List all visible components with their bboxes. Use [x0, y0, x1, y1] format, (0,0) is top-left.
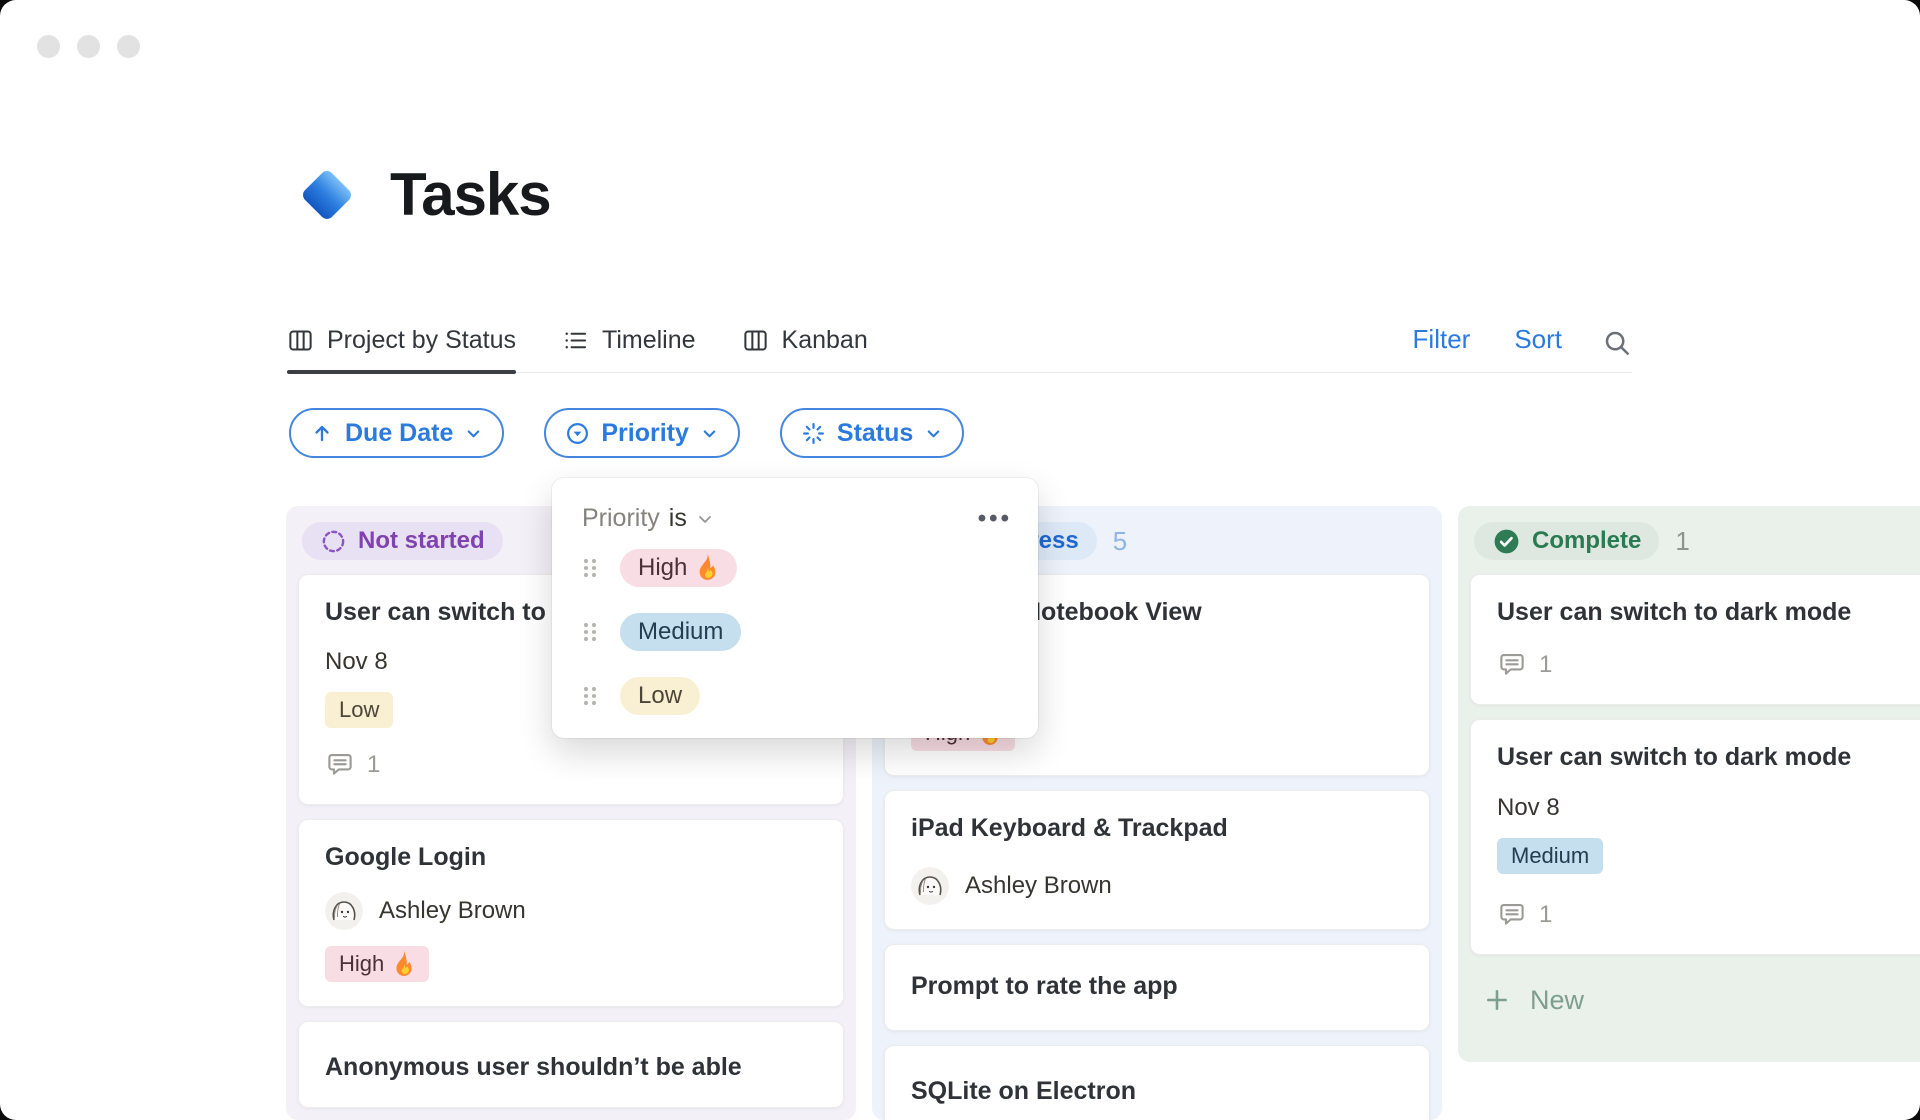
more-options-icon[interactable]: ••• [978, 505, 1012, 533]
drag-handle-icon[interactable] [582, 557, 598, 579]
dropdown-option-low[interactable]: Low [552, 676, 1038, 715]
task-card[interactable]: User can switch to dark mode 1 [1470, 574, 1920, 706]
column-count: 5 [1112, 525, 1128, 556]
status-badge: Complete [1474, 522, 1660, 560]
assignee: Ashley Brown [911, 866, 1403, 905]
column-complete: Complete 1 User can switch to dark mode … [1458, 506, 1920, 1062]
window-dot-icon[interactable] [117, 35, 140, 58]
task-card[interactable]: Anonymous user shouldn’t be able [298, 1020, 844, 1108]
dashed-circle-icon [320, 528, 347, 555]
avatar [911, 866, 949, 905]
dropdown-property[interactable]: Priority [582, 504, 660, 533]
column-count: 1 [1675, 525, 1690, 556]
tab-label: Kanban [781, 326, 868, 354]
task-card[interactable]: iPad Keyboard & Trackpad Ashley Brown [884, 790, 1430, 930]
avatar [325, 891, 363, 930]
search-button[interactable] [1602, 328, 1632, 372]
comment-icon [1497, 650, 1527, 680]
comment-icon [325, 750, 355, 780]
priority-icon [565, 421, 590, 446]
chevron-down-icon [700, 424, 719, 443]
chevron-down-icon [464, 424, 483, 443]
tab-label: Timeline [601, 326, 696, 354]
due-date-filter-pill[interactable]: Due Date [289, 408, 505, 458]
priority-dropdown: Priority is ••• High Medium Low [552, 478, 1038, 738]
timeline-icon [562, 327, 589, 354]
chevron-down-icon [695, 509, 715, 529]
tab-project-by-status[interactable]: Project by Status [287, 326, 516, 374]
card-title: User can switch to dark mode [1497, 743, 1852, 772]
dropdown-operator[interactable]: is [669, 504, 687, 533]
drag-handle-icon[interactable] [582, 685, 598, 707]
comment-icon [1497, 900, 1527, 930]
dropdown-options: High Medium Low [552, 548, 1038, 715]
priority-filter-pill[interactable]: Priority [544, 408, 740, 458]
priority-badge: Low [325, 692, 394, 729]
tab-kanban[interactable]: Kanban [742, 326, 868, 372]
dropdown-option-medium[interactable]: Medium [552, 612, 1038, 651]
board-icon [287, 327, 314, 354]
page-header: Tasks [294, 160, 552, 229]
tab-timeline[interactable]: Timeline [562, 326, 696, 372]
task-card[interactable]: User can switch to dark mode Nov 8 Mediu… [1470, 719, 1920, 955]
card-due-date: Nov 8 [1497, 793, 1560, 821]
dropdown-header: Priority is ••• [552, 478, 1038, 533]
view-tabs-bar: Project by Status Timeline Kanban Filter… [287, 314, 1632, 374]
filter-link[interactable]: Filter [1413, 324, 1471, 372]
status-label: Not started [358, 527, 485, 554]
comment-count: 1 [1497, 650, 1920, 680]
assignee-name: Ashley Brown [965, 871, 1112, 899]
flame-icon [696, 554, 719, 581]
priority-option-badge: High [620, 548, 738, 587]
pill-label: Due Date [345, 418, 454, 447]
arrow-up-icon [310, 421, 334, 445]
task-card[interactable]: Google Login Ashley Brown High [298, 819, 844, 1007]
card-title: Anonymous user shouldn’t be able [325, 1052, 742, 1081]
task-card[interactable]: Prompt to rate the app [884, 943, 1430, 1031]
status-spinner-icon [801, 421, 826, 446]
card-title: Google Login [325, 843, 487, 872]
window-controls[interactable] [37, 35, 140, 58]
search-icon [1602, 328, 1632, 358]
chevron-down-icon [924, 424, 943, 443]
assignee-name: Ashley Brown [379, 896, 526, 924]
add-new-card-button[interactable]: New [1458, 969, 1920, 1016]
status-filter-pill[interactable]: Status [779, 408, 965, 458]
card-title: User can switch to dark mode [1497, 598, 1852, 626]
drag-handle-icon[interactable] [582, 621, 598, 643]
card-title: iPad Keyboard & Trackpad [911, 814, 1228, 843]
status-label: Complete [1532, 527, 1642, 554]
filter-pills: Due Date Priority Status [289, 408, 965, 458]
board-icon [742, 327, 769, 354]
blue-diamond-icon [294, 162, 360, 228]
check-circle-icon [1492, 527, 1521, 556]
card-title: Prompt to rate the app [911, 971, 1178, 1000]
comment-count: 1 [1497, 900, 1920, 930]
page-title: Tasks [390, 161, 552, 228]
column-header[interactable]: Complete 1 [1458, 506, 1920, 574]
window-dot-icon[interactable] [77, 35, 100, 58]
window-dot-icon[interactable] [37, 35, 60, 58]
priority-option-badge: Low [620, 676, 701, 715]
dropdown-option-high[interactable]: High [552, 548, 1038, 587]
priority-option-badge: Medium [620, 612, 742, 651]
tab-label: Project by Status [327, 326, 516, 354]
assignee: Ashley Brown [325, 891, 817, 930]
status-badge: Not started [302, 522, 503, 560]
priority-badge: Medium [1497, 837, 1604, 874]
new-button-label: New [1530, 984, 1585, 1015]
app-window: Tasks Project by Status Timeline Kanban … [0, 0, 1920, 1120]
pill-label: Priority [601, 418, 689, 447]
pill-label: Status [836, 418, 914, 447]
plus-icon [1484, 987, 1510, 1013]
sort-link[interactable]: Sort [1514, 324, 1562, 372]
card-title: SQLite on Electron [911, 1076, 1137, 1105]
task-card[interactable]: SQLite on Electron [884, 1044, 1430, 1120]
flame-icon [393, 950, 415, 977]
priority-badge: High [325, 945, 430, 982]
comment-count: 1 [325, 750, 817, 780]
